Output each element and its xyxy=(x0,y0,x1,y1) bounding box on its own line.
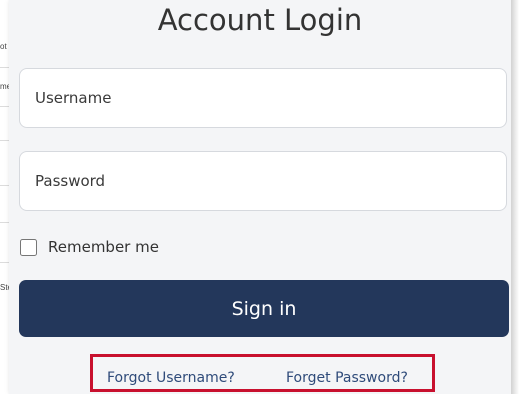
remember-me-label: Remember me xyxy=(48,238,159,256)
username-field[interactable] xyxy=(19,68,507,128)
modal-title: Account Login xyxy=(157,3,363,37)
remember-me-checkbox[interactable] xyxy=(20,238,37,256)
password-field[interactable] xyxy=(19,151,507,211)
remember-me-option[interactable]: Remember me xyxy=(20,237,159,257)
highlighted-links-box: Forgot Username? Forget Password? xyxy=(90,354,435,392)
sign-in-button[interactable]: Sign in xyxy=(19,280,509,337)
forgot-password-link[interactable]: Forget Password? xyxy=(286,370,408,386)
modal-shadow xyxy=(511,0,519,394)
forgot-username-link[interactable]: Forgot Username? xyxy=(107,370,235,386)
login-modal: Account Login Remember me Sign in Forgot… xyxy=(9,0,511,394)
